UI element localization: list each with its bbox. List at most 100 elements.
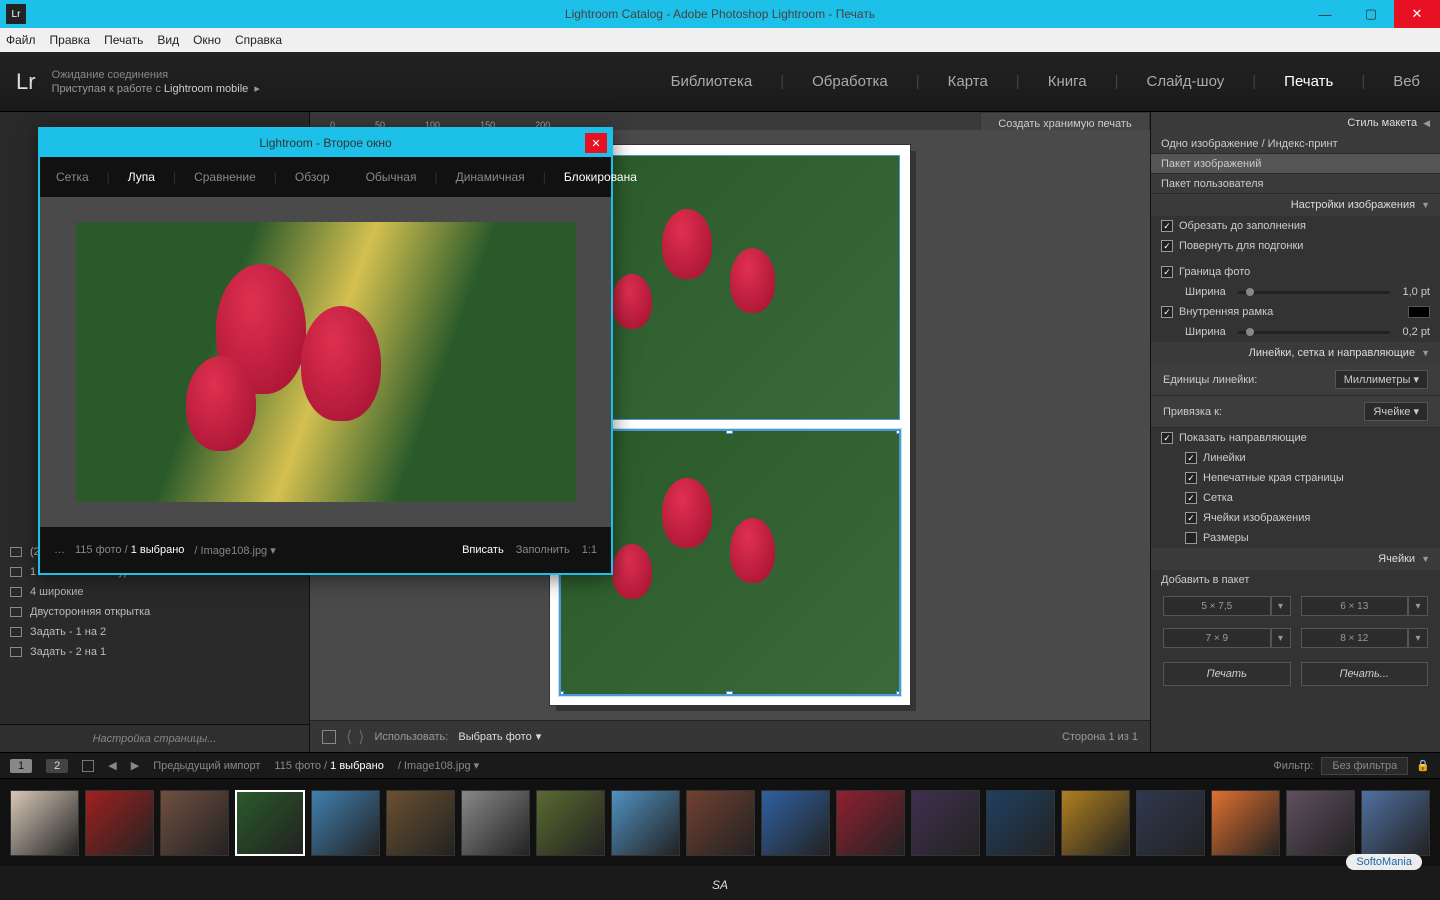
thumbnail[interactable]	[1211, 790, 1280, 856]
selection-checkbox[interactable]	[322, 730, 336, 744]
module-Карта[interactable]: Карта	[944, 73, 992, 90]
guide-checkbox[interactable]	[1185, 512, 1197, 524]
maximize-button[interactable]: ▢	[1348, 0, 1394, 28]
menu-Окно[interactable]: Окно	[193, 33, 221, 47]
layout-style-header[interactable]: Стиль макета◀	[1151, 112, 1440, 134]
guide-checkbox[interactable]	[1185, 452, 1197, 464]
snap-dropdown[interactable]: Ячейке ▾	[1364, 402, 1428, 421]
prev-page-icon[interactable]: ⟨	[346, 727, 352, 747]
next-icon[interactable]: ▶	[131, 759, 139, 772]
secwin-mode-Блокирована[interactable]: Блокирована	[564, 170, 637, 184]
menu-Правка[interactable]: Правка	[50, 33, 91, 47]
thumbnail[interactable]	[911, 790, 980, 856]
show-guides-checkbox[interactable]	[1161, 432, 1173, 444]
guide-checkbox[interactable]	[1185, 532, 1197, 544]
module-Веб[interactable]: Веб	[1389, 73, 1424, 90]
filmstrip[interactable]	[0, 778, 1440, 866]
menu-Печать[interactable]: Печать	[104, 33, 143, 47]
minimize-button[interactable]: —	[1302, 0, 1348, 28]
stroke-color-swatch[interactable]	[1408, 306, 1430, 318]
use-dropdown[interactable]: Выбрать фото ▾	[458, 730, 541, 743]
template-row[interactable]: Двусторонняя открытка	[0, 602, 309, 622]
template-row[interactable]: Задать - 2 на 1	[0, 642, 309, 662]
secwin-tab-Лупа[interactable]: Лупа	[128, 170, 155, 184]
monitor-1-badge[interactable]: 1	[10, 759, 32, 773]
template-row[interactable]: Задать - 1 на 2	[0, 622, 309, 642]
layout-style-option[interactable]: Пакет пользователя	[1151, 174, 1440, 194]
thumbnail[interactable]	[461, 790, 530, 856]
mobile-status[interactable]: Ожидание соединения Приступая к работе с…	[52, 68, 260, 96]
thumbnail[interactable]	[1061, 790, 1130, 856]
cell-size-dropdown[interactable]: ▾	[1408, 596, 1428, 616]
secwin-mode-Обычная[interactable]: Обычная	[366, 170, 417, 184]
guide-checkbox[interactable]	[1185, 492, 1197, 504]
thumbnail[interactable]	[686, 790, 755, 856]
zoom-fill[interactable]: Заполнить	[516, 544, 570, 556]
image-settings-header[interactable]: Настройки изображения▼	[1151, 194, 1440, 216]
cell-size-dropdown[interactable]: ▾	[1408, 628, 1428, 648]
thumbnail[interactable]	[1361, 790, 1430, 856]
thumbnail[interactable]	[10, 790, 79, 856]
thumbnail[interactable]	[836, 790, 905, 856]
cell-size-button[interactable]: 7 × 9	[1163, 628, 1271, 648]
cell-size-dropdown[interactable]: ▾	[1271, 596, 1291, 616]
photo-border-checkbox[interactable]	[1161, 266, 1173, 278]
filter-lock-icon[interactable]: 🔒	[1416, 759, 1430, 772]
menu-Справка[interactable]: Справка	[235, 33, 282, 47]
menu-Вид[interactable]: Вид	[157, 33, 179, 47]
thumbnail[interactable]	[986, 790, 1055, 856]
second-window-image-area[interactable]	[40, 197, 611, 527]
thumbnail[interactable]	[611, 790, 680, 856]
cell-size-button[interactable]: 8 × 12	[1301, 628, 1409, 648]
print-dialog-button[interactable]: Печать...	[1301, 662, 1429, 686]
module-Печать[interactable]: Печать	[1280, 73, 1337, 90]
thumbnail[interactable]	[1286, 790, 1355, 856]
cell-size-dropdown[interactable]: ▾	[1271, 628, 1291, 648]
rotate-fit-checkbox[interactable]	[1161, 240, 1173, 252]
second-window-file[interactable]: / Image108.jpg ▾	[194, 544, 275, 557]
module-Библиотека[interactable]: Библиотека	[667, 73, 757, 90]
thumbnail[interactable]	[85, 790, 154, 856]
crop-fill-checkbox[interactable]	[1161, 220, 1173, 232]
second-window-titlebar[interactable]: Lightroom - Второе окно ✕	[40, 129, 611, 157]
thumbnail[interactable]	[386, 790, 455, 856]
guide-checkbox[interactable]	[1185, 472, 1197, 484]
secwin-tab-Сетка[interactable]: Сетка	[56, 170, 89, 184]
inner-stroke-checkbox[interactable]	[1161, 306, 1173, 318]
zoom-1to1[interactable]: 1:1	[582, 544, 597, 556]
cell-size-button[interactable]: 5 × 7,5	[1163, 596, 1271, 616]
template-row[interactable]: 4 широкие	[0, 582, 309, 602]
inner-width-slider[interactable]	[1238, 331, 1391, 334]
print-button[interactable]: Печать	[1163, 662, 1291, 686]
module-Слайд-шоу[interactable]: Слайд-шоу	[1143, 73, 1229, 90]
second-window-close-button[interactable]: ✕	[585, 133, 607, 153]
secwin-tab-Обзор[interactable]: Обзор	[295, 170, 330, 184]
rulers-header[interactable]: Линейки, сетка и направляющие▼	[1151, 342, 1440, 364]
more-icon[interactable]: …	[54, 544, 65, 556]
prev-icon[interactable]: ◀	[108, 759, 116, 772]
layout-style-option[interactable]: Пакет изображений	[1151, 154, 1440, 174]
thumbnail[interactable]	[1136, 790, 1205, 856]
thumbnail[interactable]	[311, 790, 380, 856]
thumbnail[interactable]	[160, 790, 229, 856]
zoom-fit[interactable]: Вписать	[462, 544, 504, 556]
current-file[interactable]: / Image108.jpg ▾	[398, 759, 479, 772]
layout-style-option[interactable]: Одно изображение / Индекс-принт	[1151, 134, 1440, 154]
page-setup-button[interactable]: Настройка страницы...	[0, 724, 309, 752]
filter-dropdown[interactable]: Без фильтра	[1321, 757, 1408, 775]
cell-size-button[interactable]: 6 × 13	[1301, 596, 1409, 616]
secwin-tab-Сравнение[interactable]: Сравнение	[194, 170, 256, 184]
module-Обработка[interactable]: Обработка	[808, 73, 892, 90]
thumbnail[interactable]	[761, 790, 830, 856]
monitor-2-badge[interactable]: 2	[46, 759, 68, 773]
border-width-slider[interactable]	[1238, 291, 1391, 294]
next-page-icon[interactable]: ⟩	[358, 727, 364, 747]
close-button[interactable]: ✕	[1394, 0, 1440, 28]
menu-Файл[interactable]: Файл	[6, 33, 36, 47]
ruler-units-dropdown[interactable]: Миллиметры ▾	[1335, 370, 1428, 389]
thumbnail[interactable]	[235, 790, 305, 856]
thumbnail[interactable]	[536, 790, 605, 856]
source-label[interactable]: Предыдущий импорт	[153, 760, 260, 772]
module-Книга[interactable]: Книга	[1044, 73, 1091, 90]
secwin-mode-Динамичная[interactable]: Динамичная	[456, 170, 525, 184]
